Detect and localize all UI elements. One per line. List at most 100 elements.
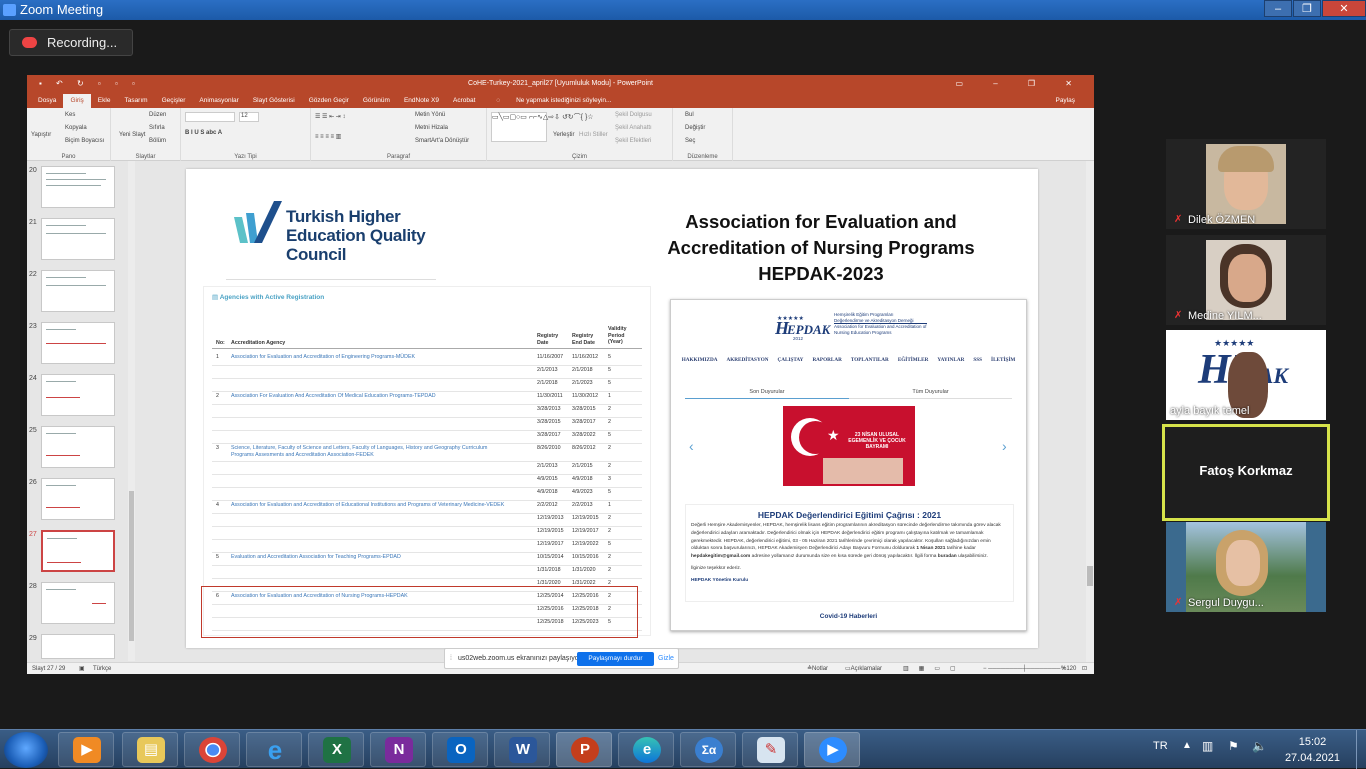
tab-tasarim[interactable]: Tasarım [117,94,154,108]
align-buttons[interactable]: ≡ ≡ ≡ ≡ ▥ [315,133,341,140]
participant-tile[interactable]: ✗ Medine YILM... [1166,235,1326,325]
show-desktop-button[interactable] [1356,730,1366,769]
select-button[interactable]: Seç [685,138,695,144]
tab-giris[interactable]: Giriş [63,94,91,108]
agency-link[interactable]: Science, Literature, Faculty of Science … [231,445,487,451]
maximize-button[interactable]: ❐ [1293,0,1321,17]
shape-effects-button[interactable]: Şekil Efektleri [615,138,651,144]
language-status[interactable]: Türkçe [93,663,111,674]
fit-slide-icon[interactable]: ⊡ [1082,663,1087,674]
copy-button[interactable]: Kopyala [65,125,87,131]
font-family-select[interactable] [185,112,235,122]
agency-link[interactable]: Programs Assesments and Accreditation As… [231,452,374,458]
current-slide[interactable]: Turkish Higher Education Quality Council… [186,169,1038,648]
chevron-left-icon[interactable]: ‹ [689,438,694,454]
shape-fill-button[interactable]: Şekil Dolgusu [615,112,652,118]
nav-calistay[interactable]: ÇALIŞTAY [777,357,803,363]
nav-sss[interactable]: SSS [973,357,982,363]
announcement-link[interactable]: buradan [938,554,957,559]
slide-thumbnail-27[interactable] [41,530,115,572]
layout-button[interactable]: Düzen [149,112,166,118]
paste-button[interactable]: Yapıştır [31,132,51,138]
slide-thumbnail-25[interactable] [41,426,115,468]
language-indicator[interactable]: TR [1153,740,1168,752]
nav-yayinlar[interactable]: YAYINLAR [937,357,964,363]
align-text-button[interactable]: Metni Hizala [415,125,448,131]
tell-me-search[interactable]: ◌ Ne yapmak istediğinizi söyleyin... [482,94,625,108]
spellcheck-icon[interactable]: ▣ [79,663,85,674]
slide-thumbnail-26[interactable] [41,478,115,520]
zoom-slider[interactable]: − ────────┼──────── + [983,663,1066,674]
taskbar-outlook[interactable]: O [432,732,488,767]
start-button[interactable] [4,732,48,768]
tab-animasyonlar[interactable]: Animasyonlar [192,94,245,108]
ppt-window-controls[interactable]: ▭ ‒ ❐ ✕ [955,75,1086,92]
slide-thumbnails[interactable]: 20 21 22 23 24 25 26 27 28 29 [27,161,127,661]
tray-chevron-icon[interactable]: ▲ [1182,740,1192,751]
participant-tile[interactable]: ✗ Sergul Duygu... [1166,522,1326,612]
share-button[interactable]: Paylaş [1048,94,1082,108]
tab-ekle[interactable]: Ekle [91,94,118,108]
taskbar-math[interactable]: Σα [680,732,736,767]
replace-button[interactable]: Değiştir [685,125,705,131]
network-icon[interactable]: ▥ [1202,739,1213,753]
taskbar-explorer[interactable]: ▤ [122,732,178,767]
nav-egitimler[interactable]: EĞİTİMLER [898,357,929,363]
text-direction-button[interactable]: Metin Yönü [415,112,445,118]
slide-thumbnail-23[interactable] [41,322,115,364]
tab-gorunum[interactable]: Görünüm [356,94,397,108]
arrange-button[interactable]: Yerleştir [553,132,574,138]
tab-son-duyurular[interactable]: Son Duyurular [685,386,849,399]
taskbar-onenote[interactable]: N [370,732,426,767]
slide-thumbnail-20[interactable] [41,166,115,208]
comments-button[interactable]: ▭ Açıklamalar [845,663,882,674]
list-buttons[interactable]: ☰ ☰ ⇤ ⇥ ↕ [315,113,345,120]
chevron-right-icon[interactable]: › [1002,438,1007,454]
smartart-button[interactable]: SmartArt'a Dönüştür [415,138,469,144]
agency-link[interactable]: Association for Evaluation and Accredita… [231,354,415,360]
shapes-gallery[interactable]: ▭╲▭▢○▭ ⌐⌐∿△⇨⇩ ↺↻⌒{ }☆ [491,112,594,142]
find-button[interactable]: Bul [685,112,694,118]
tab-slayt-gosterisi[interactable]: Slayt Gösterisi [246,94,302,108]
shape-outline-button[interactable]: Şekil Anahattı [615,125,652,131]
thumbnail-scrollbar[interactable] [128,161,135,661]
taskbar-chrome[interactable] [184,732,240,767]
nav-iletisim[interactable]: İLETİŞİM [991,357,1015,363]
new-slide-button[interactable]: Yeni Slayt [119,132,145,138]
tab-gozden-gecir[interactable]: Gözden Geçir [302,94,356,108]
quick-styles-button[interactable]: Hızlı Stiller [579,132,608,138]
hide-button[interactable]: Gizle [658,649,674,668]
notes-button[interactable]: ≙ Notlar [807,663,828,674]
agency-link[interactable]: Association for Evaluation and Accredita… [231,502,504,508]
participant-tile[interactable]: ✗ Dilek ÖZMEN [1166,139,1326,229]
cut-button[interactable]: Kes [65,112,75,118]
volume-icon[interactable]: 🔈 [1252,739,1267,753]
taskbar-paint[interactable]: ✎ [742,732,798,767]
participant-tile[interactable]: HEAK ★★★★★ ayla bayık temel [1166,330,1326,420]
slide-thumbnail-29[interactable] [41,634,115,659]
nav-toplantilar[interactable]: TOPLANTILAR [851,357,889,363]
minimize-button[interactable]: ‒ [1264,0,1292,17]
tab-gecisler[interactable]: Geçişler [155,94,193,108]
slide-thumbnail-24[interactable] [41,374,115,416]
nav-raporlar[interactable]: RAPORLAR [812,357,841,363]
nav-akreditasyon[interactable]: AKREDİTASYON [726,357,768,363]
stop-sharing-button[interactable]: Paylaşmayı durdur [577,652,654,666]
close-button[interactable]: ✕ [1322,0,1366,17]
action-center-icon[interactable]: ⚑ [1228,739,1239,753]
taskbar-powerpoint[interactable]: P [556,732,612,767]
quick-access-toolbar[interactable]: ▪ ↶ ↻ ▫ ▫ ▫ [39,75,141,92]
format-painter-button[interactable]: Biçim Boyacısı [65,138,104,144]
zoom-level[interactable]: %120 [1061,663,1076,674]
clock[interactable]: 15:02 27.04.2021 [1285,734,1340,766]
slide-thumbnail-22[interactable] [41,270,115,312]
tab-acrobat[interactable]: Acrobat [446,94,482,108]
taskbar-zoom[interactable]: ▶ [804,732,860,767]
agency-link[interactable]: Association For Evaluation And Accredita… [231,393,436,399]
format-buttons[interactable]: B I U S abc A [185,130,222,136]
tab-tum-duyurular[interactable]: Tüm Duyurular [849,386,1012,399]
taskbar-edge[interactable]: e [618,732,674,767]
taskbar-excel[interactable]: X [308,732,364,767]
agency-link[interactable]: Evaluation and Accreditation Association… [231,554,401,560]
taskbar-word[interactable]: W [494,732,550,767]
